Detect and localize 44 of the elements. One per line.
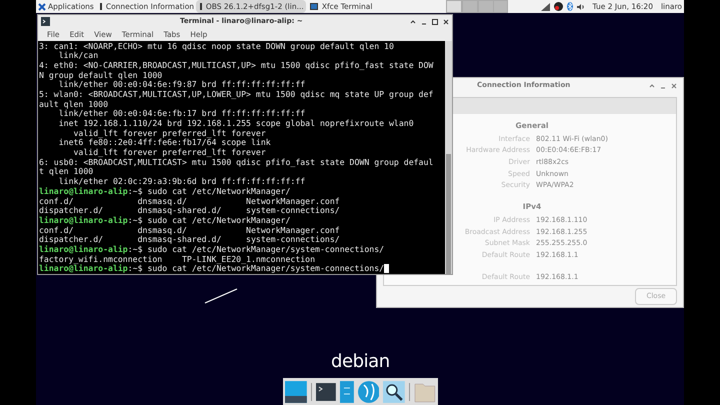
terminal-output: 4: eth0: <NO-CARRIER,BROADCAST,MULTICAST,UP> mtu 1500 qdisc pfifo_fast state DOW [39, 60, 434, 71]
terminal-output: N group default qlen 1000 [39, 70, 164, 80]
terminal-output: 3: can1: <NOARP,ECHO> mtu 16 qdisc noop state DOWN group default qlen 10 [39, 42, 395, 52]
workspace-switcher[interactable] [446, 0, 508, 13]
terminal-output: valid_lft forever preferred_lft forever [72, 148, 267, 158]
prompt: linaro@linaro-alip [39, 244, 128, 255]
command-text: :~$ sudo cat /etc/NetworkManager/ [128, 216, 290, 226]
command-text: :~$ sudo cat /etc/NetworkManager/system-connections/ [128, 264, 384, 274]
terminal-output: link/can [58, 51, 98, 61]
terminal-output: 5: wlan0: <BROADCAST,MULTICAST,UP,LOWER_UP> mtu 1500 qdisc mq state UP group def [39, 90, 434, 100]
command-text: :~$ sudo cat /etc/NetworkManager/system-connections/ [128, 244, 384, 255]
magnifier-icon[interactable] [383, 380, 406, 402]
volume-icon [576, 2, 585, 10]
desktop-icon[interactable] [285, 380, 307, 402]
app-menu-icon [38, 2, 46, 10]
close-button[interactable] [443, 18, 449, 25]
prompt: linaro@linaro-alip [39, 264, 128, 274]
terminal-output: ault qlen 1000 [39, 100, 108, 109]
terminal-output: conf.d/ dnsmasq.d/ NetworkManager.conf [39, 196, 341, 206]
terminal-output: dispatcher.d/ dnsmasq-shared.d/ system-connections/ [39, 235, 341, 245]
stroke-line [204, 288, 238, 304]
maximize-button[interactable] [410, 18, 416, 25]
terminal-output: link/ether 02:0c:29:a3:9b:6d brd ff:ff:ff:ff:ff:ff [58, 177, 306, 187]
terminal-output: t qlen 1000 [39, 167, 94, 178]
desktop-logo: debian [331, 350, 390, 374]
terminal-icon [41, 17, 50, 26]
scrollbar[interactable] [445, 40, 452, 274]
terminal-output: inet6 fe80::2e0:4ff:fe6e:fb17/64 scope link [58, 138, 272, 148]
network-icon [554, 2, 563, 11]
prompt: linaro@linaro-alip [39, 186, 128, 196]
terminal-output: 6: usb0: <BROADCAST,MULTICAST> mtu 1500 qdisc pfifo_fast state DOWN group defaul [39, 158, 434, 168]
terminal-output: conf.d/ dnsmasq.d/ NetworkManager.conf [39, 226, 341, 236]
terminal-output: link/ether 00:e0:04:6e:fb:17 brd ff:ff:ff:ff:ff:ff [58, 109, 306, 119]
terminal-icon[interactable] [316, 382, 336, 400]
bluetooth-icon [566, 2, 573, 11]
prompt: linaro@linaro-alip [39, 216, 128, 226]
terminal-output: valid_lft forever preferred_lft forever [74, 128, 266, 138]
restore-button[interactable] [432, 18, 438, 25]
terminal-output: factory_wifi.nmconnection TP-LINK_EE20_1.nmconnection [39, 254, 316, 264]
signal-icon [540, 2, 550, 10]
terminal-output: link/ether 00:e0:04:6e:f9:87 brd ff:ff:ff:ff:ff:ff [58, 80, 306, 90]
command-text: :~$ sudo cat /etc/NetworkManager/ [128, 186, 290, 196]
terminal-output: dispatcher.d/ dnsmasq-shared.d/ system-connections/ [39, 206, 341, 216]
terminal-output: inet 192.168.1.110/24 brd 192.168.1.255 scope global noprefixroute wlan0 [58, 119, 415, 129]
